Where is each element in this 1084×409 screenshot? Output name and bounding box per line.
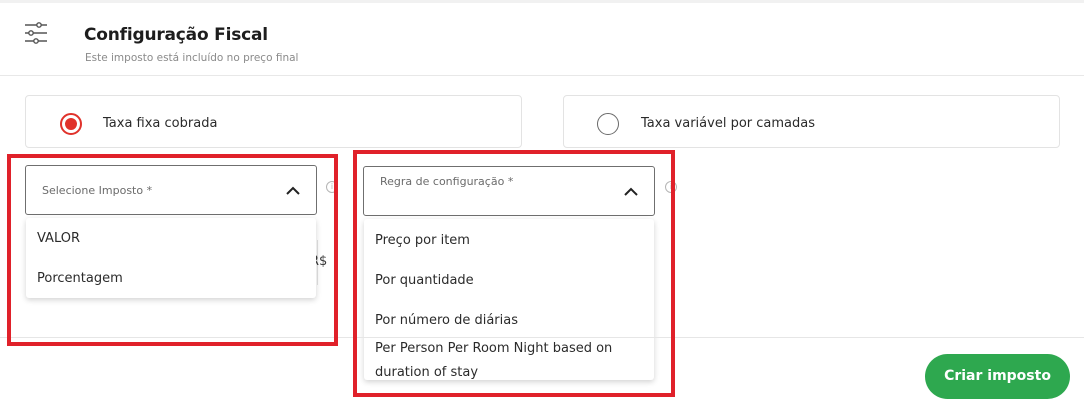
sliders-icon: [25, 22, 47, 44]
option-tiered-rate[interactable]: Taxa variável por camadas: [563, 95, 1060, 148]
page-title: Configuração Fiscal: [84, 25, 268, 45]
top-strip: [0, 0, 1084, 3]
option-tiered-rate-label: Taxa variável por camadas: [641, 116, 815, 131]
highlight-box-tax-select: [7, 154, 338, 346]
header-divider: [0, 75, 1084, 76]
radio-fixed-rate[interactable]: [60, 113, 82, 135]
highlight-box-config-rule: [353, 150, 675, 397]
option-fixed-rate-label: Taxa fixa cobrada: [103, 116, 218, 131]
option-fixed-rate[interactable]: Taxa fixa cobrada: [25, 95, 522, 148]
create-tax-button[interactable]: Criar imposto: [925, 354, 1070, 399]
page-subtitle: Este imposto está incluído no preço fina…: [85, 52, 299, 64]
tax-config-panel: Configuração Fiscal Este imposto está in…: [0, 0, 1084, 409]
radio-tiered-rate[interactable]: [597, 113, 619, 135]
